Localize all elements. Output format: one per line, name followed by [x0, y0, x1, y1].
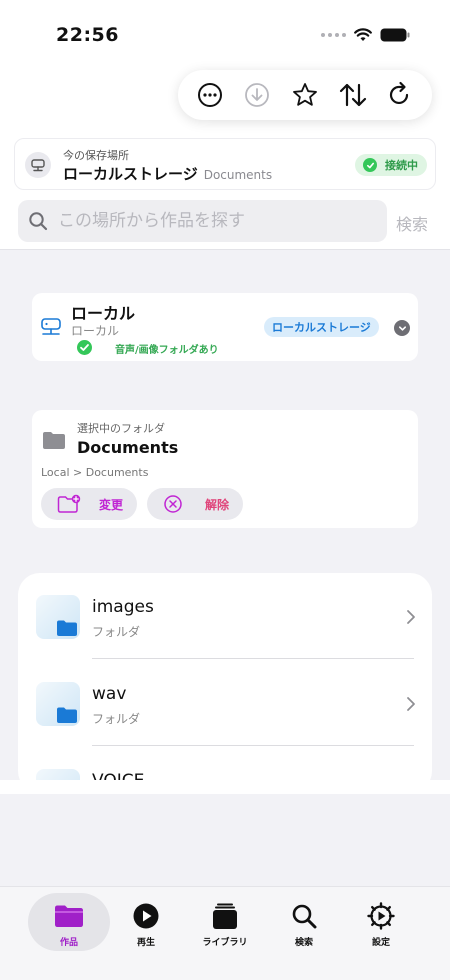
sort-icon: [339, 83, 366, 107]
folder-icon: [55, 905, 83, 927]
close-circle-icon: [164, 495, 182, 513]
tab-settings[interactable]: 設定: [340, 893, 422, 951]
gear-icon: [367, 902, 395, 930]
tab-play[interactable]: 再生: [105, 893, 187, 951]
list-bottom-edge: [0, 780, 450, 794]
tab-label: 検索: [294, 938, 313, 948]
folder-thumbnail: [36, 682, 80, 726]
local-card-title: ローカル: [71, 304, 136, 323]
star-icon: [293, 83, 317, 106]
current-location-card[interactable]: 今の保存場所 ローカルストレージ Documents 接続中: [14, 138, 436, 190]
folder-icon: [57, 707, 77, 723]
search-icon: [29, 212, 48, 231]
more-icon: [197, 83, 222, 107]
local-card-status: 音声/画像フォルダあり: [115, 345, 219, 356]
list-item-sub: フォルダ: [92, 712, 141, 726]
selected-folder-card: 選択中のフォルダ Documents Local > Documents 変更 …: [32, 410, 418, 528]
folder-list: images フォルダ wav フォルダ VOICE: [18, 573, 432, 793]
tab-label: ライブラリ: [202, 938, 248, 948]
storage-icon: [25, 152, 51, 178]
folder-icon: [43, 432, 65, 449]
folder-card-name: Documents: [77, 438, 179, 457]
tab-bar: 作品 再生 ライブラリ 検索 設定: [0, 886, 450, 980]
list-item-name: images: [92, 597, 154, 617]
tab-search[interactable]: 検索: [263, 893, 345, 951]
battery-icon: [380, 28, 410, 42]
list-item-name: wav: [92, 684, 127, 704]
status-time: 22:56: [56, 24, 119, 46]
release-folder-label: 解除: [205, 497, 230, 512]
wifi-icon: [354, 28, 372, 41]
tab-works[interactable]: 作品: [28, 893, 110, 951]
location-sub: Documents: [203, 168, 273, 182]
connection-status-text: 接続中: [385, 159, 418, 172]
location-label: 今の保存場所: [63, 149, 129, 162]
folder-thumbnail: [36, 595, 80, 639]
connection-status-badge: 接続中: [355, 154, 427, 176]
check-circle-icon: [363, 158, 377, 172]
refresh-icon: [390, 81, 409, 104]
release-folder-button[interactable]: 解除: [147, 488, 243, 520]
list-item-sub: フォルダ: [92, 625, 141, 639]
download-icon: [245, 83, 270, 107]
location-name: ローカルストレージ Documents: [63, 163, 272, 184]
tab-label: 設定: [371, 938, 390, 948]
list-item[interactable]: wav フォルダ: [18, 660, 432, 746]
local-storage-icon: [41, 318, 61, 335]
list-item[interactable]: images フォルダ: [18, 573, 432, 659]
chevron-right-icon: [407, 610, 415, 624]
library-icon: [213, 903, 237, 929]
breadcrumb: Local > Documents: [41, 466, 149, 479]
favorite-button[interactable]: [287, 77, 323, 113]
storage-type-badge: ローカルストレージ: [264, 317, 379, 337]
tab-label: 再生: [136, 938, 155, 948]
tab-library[interactable]: ライブラリ: [184, 893, 266, 951]
local-storage-card[interactable]: ローカル ローカル 音声/画像フォルダあり ローカルストレージ: [32, 293, 418, 361]
folder-card-label: 選択中のフォルダ: [77, 422, 165, 435]
search-icon: [292, 904, 317, 929]
divider: [92, 658, 414, 659]
search-field[interactable]: [18, 200, 387, 242]
download-button[interactable]: [239, 77, 275, 113]
tab-label: 作品: [59, 938, 78, 948]
divider: [92, 745, 414, 746]
chevron-right-icon: [407, 697, 415, 711]
change-folder-label: 変更: [99, 497, 124, 512]
refresh-button[interactable]: [382, 77, 418, 113]
local-card-subtitle: ローカル: [71, 324, 120, 338]
signal-dots-icon: [321, 33, 346, 37]
play-icon: [133, 903, 159, 929]
chevron-down-icon[interactable]: [394, 320, 410, 336]
more-button[interactable]: [192, 77, 228, 113]
status-bar: 22:56: [0, 0, 450, 70]
check-circle-icon: [77, 340, 92, 355]
top-toolbar: [178, 70, 432, 120]
location-name-text: ローカルストレージ: [63, 165, 198, 183]
status-icons: [321, 28, 410, 42]
folder-add-icon: [57, 494, 81, 513]
search-button[interactable]: 検索: [396, 211, 428, 235]
folder-icon: [57, 620, 77, 636]
change-folder-button[interactable]: 変更: [41, 488, 137, 520]
search-input[interactable]: [58, 211, 378, 231]
sort-button[interactable]: [335, 77, 371, 113]
